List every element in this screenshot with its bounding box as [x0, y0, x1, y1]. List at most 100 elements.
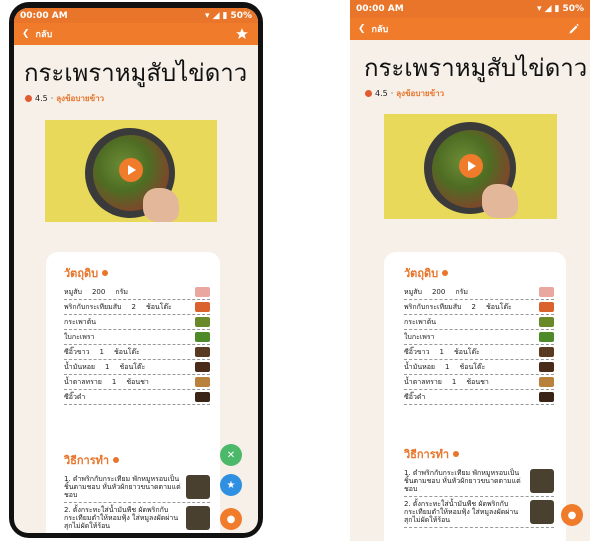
battery-percent: 50% [230, 10, 252, 21]
ingredient-row: ใบกะเพรา [404, 330, 554, 345]
ingredient-unit: กรัม [115, 287, 128, 296]
ingredient-qty: 1 [99, 348, 105, 356]
ingredient-thumbnail [539, 377, 554, 387]
ingredient-thumbnail [539, 347, 554, 357]
info-icon [453, 451, 460, 457]
info-icon [442, 270, 449, 276]
play-button[interactable] [119, 158, 143, 182]
ingredient-name: น้ำตาลทราย [64, 377, 102, 386]
recipe-title: กระเพราหมูสับไข่ดาว [364, 54, 588, 82]
step-text: 2. ตั้งกระทะใส่น้ำมันพืช ผัดพริกกับกระเท… [404, 500, 519, 524]
ingredient-thumbnail [539, 302, 554, 312]
recipe-card: วัตถุดิบ หมูสับ 200 กรัม พริกกับกระเทียมสับ… [46, 252, 220, 533]
ingredients-heading: วัตถุดิบ [404, 264, 554, 282]
chat-fab[interactable]: ● [561, 504, 583, 526]
ingredient-name: น้ำมันหอย [404, 362, 436, 371]
ingredient-row: ซีอิ๊วขาว 1 ช้อนโต๊ะ [404, 345, 554, 360]
back-label: กลับ [35, 30, 53, 40]
ingredients-list: หมูสับ 200 กรัม พริกกับกระเทียมสับ 2 ช้อนโต๊ะ… [64, 285, 210, 405]
ingredient-row: น้ำตาลทราย 1 ช้อนชา [64, 375, 210, 390]
ingredient-unit: ช้อนโต๊ะ [459, 362, 486, 371]
step-image [186, 475, 210, 499]
edit-pencil-icon[interactable] [566, 21, 582, 37]
ingredients-list: หมูสับ 200 กรัมพริกกับกระเทียมสับ 2 ช้อนโต๊ะ… [404, 285, 554, 405]
step-image [186, 506, 210, 530]
chevron-left-icon: ❮ [22, 29, 30, 39]
step-item: 1. ตำพริกกับกระเทียม พักหมูหรอบเป็นชิ้นต… [64, 475, 210, 503]
ingredient-thumbnail [539, 332, 554, 342]
ingredient-name: พริกกับกระเทียมสับ [64, 302, 122, 311]
rating-row: 4.5 · ลุงข้อบายข้าว [25, 92, 258, 105]
wifi-icon: ▾ [205, 10, 210, 21]
info-icon [113, 457, 120, 463]
info-icon [102, 270, 109, 276]
ingredient-unit: ช้อนโต๊ะ [145, 302, 172, 311]
ingredient-name: ซีอิ๊วดำ [404, 392, 426, 401]
ingredient-row: พริกกับกระเทียมสับ 2 ช้อนโต๊ะ [404, 300, 554, 315]
ingredient-unit: ช้อนชา [126, 377, 149, 386]
step-text: 1. ตำพริกกับกระเทียม พักหมูหรอบเป็นชิ้นต… [404, 469, 521, 493]
star-fab[interactable]: ★ [220, 474, 242, 496]
steps-heading: วิธีการทำ [64, 451, 210, 469]
ingredient-row: หมูสับ 200 กรัม [64, 285, 210, 300]
step-image [530, 500, 554, 524]
screen-right: 00:00 AM ▾ ◢ ▮ 50% ❮ กลับ กระเพราหมูสับไ… [350, 0, 590, 541]
utensils-fab[interactable]: ✕ [220, 444, 242, 466]
video-player[interactable] [45, 120, 217, 222]
play-button[interactable] [459, 154, 483, 178]
hand-image [143, 188, 179, 222]
steps-list: 1. ตำพริกกับกระเทียม พักหมูหรอบเป็นชิ้นต… [64, 475, 210, 533]
wifi-icon: ▾ [537, 4, 542, 14]
ingredient-unit: ช้อนโต๊ะ [485, 302, 512, 311]
status-bar: 00:00 AM ▾ ◢ ▮ 50% [350, 0, 590, 18]
step-text: 1. ตำพริกกับกระเทียม พักหมูหรอบเป็นชิ้นต… [64, 475, 181, 499]
screen-left: 00:00 AM ▾ ◢ ▮ 50% ❮ กลับ กระเพราหมูสับไ… [14, 8, 258, 533]
ingredient-name: ซีอิ๊วขาว [64, 347, 90, 356]
step-image [530, 469, 554, 493]
ingredient-thumbnail [195, 332, 210, 342]
ingredient-name: น้ำมันหอย [64, 362, 96, 371]
rating-value: 4.5 [35, 94, 48, 103]
ingredient-qty: 1 [445, 363, 450, 371]
step-text: 2. ตั้งกระทะใส่น้ำมันพืช ผัดพริกกับกระเท… [64, 506, 179, 530]
status-time: 00:00 AM [20, 10, 68, 21]
star-icon[interactable] [234, 26, 250, 42]
ingredient-qty: 2 [471, 303, 476, 311]
ingredient-thumbnail [195, 317, 210, 327]
recipe-title: กระเพราหมูสับไข่ดาว [24, 59, 248, 87]
ingredient-qty: 1 [451, 378, 457, 386]
ingredient-row: ซีอิ๊วขาว 1 ช้อนโต๊ะ [64, 345, 210, 360]
steps-list: 1. ตำพริกกับกระเทียม พักหมูหรอบเป็นชิ้นต… [404, 469, 554, 528]
author-name[interactable]: ลุงข้อบายข้าว [56, 92, 104, 105]
ingredient-name: พริกกับกระเทียมสับ [404, 302, 462, 311]
chat-fab[interactable]: ● [220, 508, 242, 530]
ingredient-row: ซีอิ๊วดำ [64, 390, 210, 405]
ingredient-qty: 200 [431, 288, 446, 296]
step-item: 1. ตำพริกกับกระเทียม พักหมูหรอบเป็นชิ้นต… [404, 469, 554, 497]
ingredient-unit: กรัม [455, 287, 468, 296]
ingredient-row: ซีอิ๊วดำ [404, 390, 554, 405]
ingredient-name: ซีอิ๊วขาว [404, 347, 430, 356]
ingredient-thumbnail [539, 392, 554, 402]
ingredient-row: น้ำตาลทราย 1 ช้อนชา [404, 375, 554, 390]
status-bar: 00:00 AM ▾ ◢ ▮ 50% [14, 8, 258, 23]
ingredient-name: ซีอิ๊วดำ [64, 392, 86, 401]
ingredient-row: ใบกะเพรา [64, 330, 210, 345]
ingredient-name: กระเพาต้น [64, 317, 97, 326]
ingredient-name: หมูสับ [404, 287, 422, 296]
phone-right: 00:00 AM ▾ ◢ ▮ 50% ❮ กลับ กระเพราหมูสับไ… [350, 0, 590, 541]
ingredient-thumbnail [539, 287, 554, 297]
back-button[interactable]: ❮ กลับ [22, 27, 52, 41]
ingredient-qty: 1 [439, 348, 445, 356]
rating-icon [25, 95, 32, 102]
author-name[interactable]: ลุงข้อบายข้าว [396, 87, 444, 100]
hand-image [482, 184, 518, 218]
signal-icon: ◢ [544, 4, 552, 14]
ingredient-unit: ช้อนโต๊ะ [454, 347, 480, 356]
back-button[interactable]: ❮ กลับ [358, 22, 388, 36]
ingredient-name: หมูสับ [64, 287, 82, 296]
ingredient-row: น้ำมันหอย 1 ช้อนโต๊ะ [404, 360, 554, 375]
ingredient-thumbnail [195, 347, 210, 357]
video-player[interactable] [384, 114, 557, 219]
ingredient-name: ใบกะเพรา [404, 332, 435, 341]
